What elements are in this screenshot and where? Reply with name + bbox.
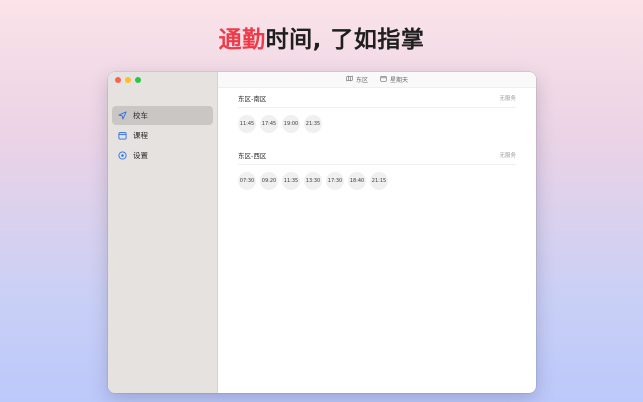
calendar-icon [380, 75, 387, 84]
departure-time[interactable]: 21:35 [304, 115, 322, 133]
sidebar-item-courses[interactable]: 课程 [112, 126, 213, 145]
route-name: 东区-西区 [238, 151, 267, 160]
close-window-button[interactable] [115, 77, 121, 83]
departure-time[interactable]: 17:30 [326, 172, 344, 190]
sidebar: 校车 课程 设置 [108, 72, 218, 393]
headline-rest: 时间, 了如指掌 [265, 27, 425, 53]
app-window: 校车 课程 设置 东区 星期天 东区-南区 无服务 11:45 17:45 19… [108, 72, 536, 393]
campus-label: 东区 [355, 77, 368, 84]
location-arrow-icon [118, 111, 127, 120]
route-header: 东区-西区 无服务 [238, 145, 516, 165]
settings-circle-icon [118, 151, 127, 160]
departure-time[interactable]: 11:35 [282, 172, 300, 190]
departure-times: 07:30 09:20 11:35 13:30 17:30 18:40 21:1… [238, 165, 516, 202]
sidebar-item-settings[interactable]: 设置 [112, 146, 213, 165]
route-status: 无服务 [499, 152, 516, 159]
route-header: 东区-南区 无服务 [238, 88, 516, 108]
campus-selector[interactable]: 东区 [346, 75, 368, 84]
day-selector[interactable]: 星期天 [380, 75, 408, 84]
departure-time[interactable]: 17:45 [260, 115, 278, 133]
departure-time[interactable]: 19:00 [282, 115, 300, 133]
toolbar: 东区 星期天 [218, 72, 536, 88]
departure-time[interactable]: 11:45 [238, 115, 256, 133]
route-status: 无服务 [499, 95, 516, 102]
departure-time[interactable]: 18:40 [348, 172, 366, 190]
calendar-icon [118, 131, 127, 140]
route-section: 东区-南区 无服务 11:45 17:45 19:00 21:35 [218, 88, 536, 145]
sidebar-item-label: 校车 [133, 111, 148, 120]
departure-time[interactable]: 09:20 [260, 172, 278, 190]
route-section: 东区-西区 无服务 07:30 09:20 11:35 13:30 17:30 … [218, 145, 536, 202]
main-content: 东区 星期天 东区-南区 无服务 11:45 17:45 19:00 21:35 [218, 72, 536, 393]
departure-time[interactable]: 21:15 [370, 172, 388, 190]
sidebar-item-bus[interactable]: 校车 [112, 106, 213, 125]
route-name: 东区-南区 [238, 94, 267, 103]
departure-time[interactable]: 07:30 [238, 172, 256, 190]
zoom-window-button[interactable] [135, 77, 141, 83]
minimize-window-button[interactable] [125, 77, 131, 83]
sidebar-item-label: 课程 [133, 131, 148, 140]
sidebar-item-label: 设置 [133, 151, 148, 160]
headline-accent: 通勤 [218, 27, 266, 53]
headline: 通勤时间, 了如指掌 [0, 22, 643, 58]
map-icon [346, 75, 353, 84]
day-label: 星期天 [390, 77, 409, 84]
window-controls [115, 77, 141, 83]
departure-time[interactable]: 13:30 [304, 172, 322, 190]
sidebar-nav: 校车 课程 设置 [112, 106, 213, 166]
departure-times: 11:45 17:45 19:00 21:35 [238, 108, 516, 145]
